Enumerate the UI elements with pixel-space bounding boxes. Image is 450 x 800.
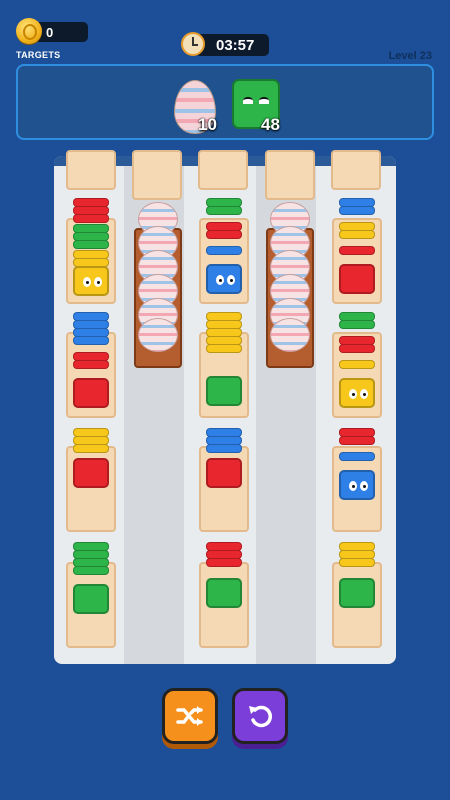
cube-yellow (206, 344, 242, 353)
cube-yellow (339, 558, 375, 567)
targets-panel (16, 64, 434, 140)
tray[interactable] (198, 150, 248, 190)
cube-red (73, 360, 109, 369)
cube-red (206, 558, 242, 567)
egg (270, 318, 310, 352)
cube-green[interactable] (206, 376, 242, 406)
cube-red (339, 246, 375, 255)
tray[interactable] (132, 150, 182, 200)
cube-blue[interactable] (206, 264, 242, 294)
cube-green (73, 566, 109, 575)
eye-icon (360, 389, 368, 399)
cube-yellow[interactable] (73, 266, 109, 296)
target-cube-count: 48 (261, 115, 280, 134)
shuffle-button[interactable] (162, 688, 218, 744)
cube-red[interactable] (339, 264, 375, 294)
timer-text: 03:57 (216, 37, 255, 54)
shuffle-icon (176, 706, 203, 726)
cube-blue (339, 206, 375, 215)
cube-red (73, 214, 109, 223)
tray[interactable] (265, 150, 315, 200)
coin-icon (16, 18, 42, 44)
eye-icon (227, 275, 235, 285)
cube-red[interactable] (73, 458, 109, 488)
cube-green[interactable] (339, 578, 375, 608)
cube-green (73, 240, 109, 249)
cube-blue (206, 444, 242, 453)
eye-icon (349, 389, 357, 399)
cube-blue (206, 246, 242, 255)
eye-icon (349, 481, 357, 491)
undo-icon (249, 705, 272, 728)
cube-red[interactable] (206, 458, 242, 488)
eye-icon (94, 277, 102, 287)
eye-icon (216, 275, 224, 285)
cube-yellow (73, 444, 109, 453)
cube-red (339, 344, 375, 353)
cube-red (339, 436, 375, 445)
coin-count: 0 (46, 25, 54, 40)
cube-blue (73, 336, 109, 345)
cube-green (339, 320, 375, 329)
cube-yellow[interactable] (339, 378, 375, 408)
targets-label: TARGETS (16, 50, 61, 60)
cube-red[interactable] (73, 378, 109, 408)
egg (138, 318, 178, 352)
tray[interactable] (66, 150, 116, 190)
eye-icon (83, 277, 91, 287)
cube-blue (339, 452, 375, 461)
undo-button[interactable] (232, 688, 288, 744)
cube-blue[interactable] (339, 470, 375, 500)
cube-red (206, 230, 242, 239)
level-label: Level 23 (388, 50, 432, 62)
eye-icon (360, 481, 368, 491)
cube-green[interactable] (73, 584, 109, 614)
cube-yellow (339, 360, 375, 369)
cube-green (206, 206, 242, 215)
clock-icon (181, 32, 205, 56)
tray[interactable] (331, 150, 381, 190)
cube-yellow (73, 258, 109, 267)
target-egg-count: 10 (198, 115, 217, 134)
cube-green[interactable] (206, 578, 242, 608)
cube-yellow (339, 230, 375, 239)
